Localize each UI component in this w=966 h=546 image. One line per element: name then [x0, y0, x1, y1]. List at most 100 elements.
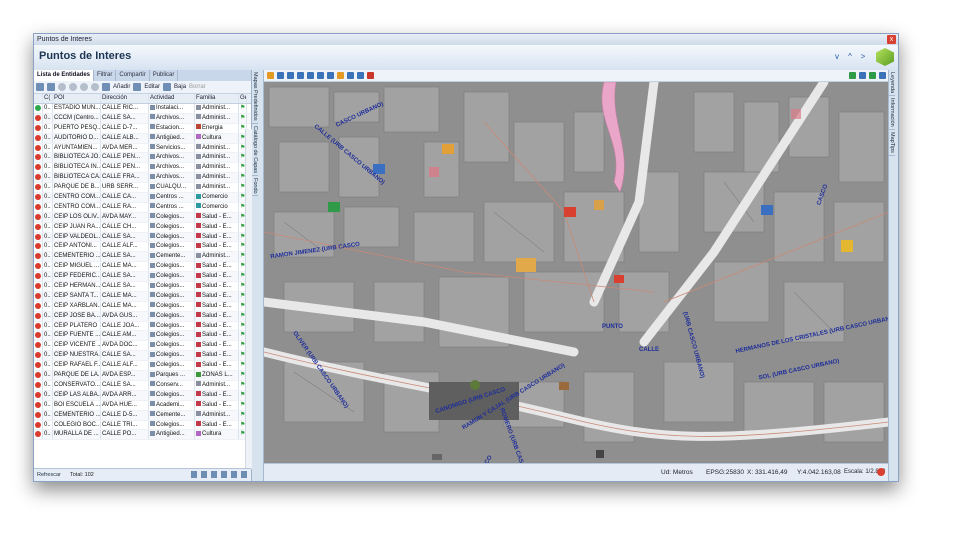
row-direccion: AVDA HUE...: [101, 400, 149, 410]
table-row[interactable]: 0.. CCCM (Centro... CALLE SA... Archivos...…: [34, 113, 251, 124]
add-button[interactable]: Añadir: [113, 84, 130, 90]
table-row[interactable]: 0.. CEIP RAFAEL F... CALLE ALF... Colegios.…: [34, 361, 251, 372]
cell-text: Salud - E...: [202, 342, 232, 349]
stop-icon[interactable]: [877, 468, 885, 476]
table-row[interactable]: 0.. CEMENTERIO ... CALLE SA... Cemente... Ad…: [34, 252, 251, 263]
document-icon[interactable]: [859, 72, 866, 79]
table-row[interactable]: 0.. CEIP XARBLAN... CALLE MA... Colegios...…: [34, 301, 251, 312]
street-label: CALLE: [639, 347, 659, 353]
globe-icon[interactable]: [307, 72, 314, 79]
table-row[interactable]: 0.. CENTRO COM... CALLE RA... Centros ... Co…: [34, 202, 251, 213]
refresh-button[interactable]: Refrescar: [37, 469, 61, 481]
columns-icon[interactable]: [191, 471, 197, 478]
table-row[interactable]: 0.. CEIP FEDERIC... CALLE SA... Colegios...…: [34, 272, 251, 283]
table-row[interactable]: 0.. PARQUE DE LA... AVDA ESP... Parques ...…: [34, 371, 251, 381]
table-row[interactable]: 0.. CEIP ANTONI... CALLE ALF... Colegios...…: [34, 242, 251, 253]
table-row[interactable]: 0.. CEIP MIGUEL ... CALLE MA... Colegios...…: [34, 262, 251, 273]
table-row[interactable]: 0.. BIBLIOTECA CA... CALLE FRA... Archivos.…: [34, 173, 251, 184]
settings-icon[interactable]: [879, 72, 886, 79]
expand-button[interactable]: ^: [845, 52, 855, 62]
edit-icon: [133, 83, 142, 91]
col-poi-header[interactable]: POI: [53, 94, 101, 103]
col-c-header[interactable]: C(: [43, 94, 53, 103]
tab-information[interactable]: Información: [889, 96, 895, 130]
first-page-icon[interactable]: [58, 83, 66, 91]
tab-background[interactable]: Fondo: [252, 176, 258, 197]
pan-tool-icon[interactable]: [277, 72, 284, 79]
prev-page-icon[interactable]: [69, 83, 77, 91]
table-row[interactable]: 0.. CEIP LAS ALBA... AVDA ARR... Colegios..…: [34, 390, 251, 401]
table-row[interactable]: 0.. CEIP JUAN RA... CALLE CH... Colegios...…: [34, 222, 251, 233]
table-row[interactable]: 0.. BIBLIOTECA IN... CALLE PEÑ... Archivos.…: [34, 163, 251, 174]
table-row[interactable]: 0.. CEIP JOSE BA... AVDA GUS... Colegios...…: [34, 311, 251, 322]
filter-icon[interactable]: [201, 471, 207, 478]
remove-button[interactable]: Baja: [174, 84, 186, 90]
status-dot: [34, 212, 43, 222]
measure-icon[interactable]: [337, 72, 344, 79]
tab-share[interactable]: Compartir: [116, 70, 150, 81]
table-row[interactable]: 0.. CONSERVATO... CALLE SA... Conserv... Adm…: [34, 380, 251, 391]
close-button[interactable]: x: [887, 35, 896, 44]
table-row[interactable]: 0.. CEIP FUENTE ... CALLE AM... Colegios...…: [34, 331, 251, 342]
area-icon[interactable]: [347, 72, 354, 79]
table-row[interactable]: 0.. ESTADIO MUN... CALLE RIC... Instalaci..…: [34, 104, 251, 114]
select-icon[interactable]: [221, 471, 227, 478]
table-row[interactable]: 0.. CEIP VALDEOL... CALLE SA... Colegios...…: [34, 232, 251, 243]
left-vertical-tabs: Mapas Predefinidos Catálogo de Capas Fon…: [252, 70, 264, 481]
last-page-icon[interactable]: [91, 83, 99, 91]
activity-icon: [150, 421, 155, 426]
select-tool-icon[interactable]: [267, 72, 274, 79]
eraser-icon[interactable]: [367, 72, 374, 79]
table-row[interactable]: 0.. CEIP VICENTE ... AVDA DOC... Colegios..…: [34, 341, 251, 352]
col-act-header[interactable]: Actividad: [149, 94, 195, 103]
tab-layer-catalog[interactable]: Catálogo de Capas: [252, 124, 258, 176]
refresh-map-icon[interactable]: [869, 72, 876, 79]
table-scrollbar[interactable]: [245, 129, 252, 469]
tab-predefined-maps[interactable]: Mapas Predefinidos: [252, 70, 258, 124]
delete-button[interactable]: Borrar: [189, 84, 206, 90]
add-layer-icon[interactable]: [849, 72, 856, 79]
table-row[interactable]: 0.. CEIP PLATERO CALLE JOA... Colegios... Sa…: [34, 321, 251, 332]
next-page-icon[interactable]: [80, 83, 88, 91]
zoom-to-icon[interactable]: [211, 471, 217, 478]
activity-icon: [150, 252, 155, 258]
row-familia: Salud - E...: [195, 222, 239, 232]
zoom-in-icon[interactable]: [287, 72, 294, 79]
table-row[interactable]: 0.. BIBLIOTECA JO... CALLE PEÑ... Archivos.…: [34, 153, 251, 164]
edit-button[interactable]: Editar: [144, 84, 160, 90]
row-c: 0..: [43, 153, 53, 163]
map-view[interactable]: RAMON JIMENEZ (URB CASCO RAMON Y CAJAL (…: [264, 82, 889, 463]
export-icon[interactable]: [36, 83, 44, 91]
forward-arrow-icon[interactable]: [327, 72, 334, 79]
table-row[interactable]: 0.. CEIP HERMAN... CALLE SA... Colegios... S…: [34, 282, 251, 292]
back-arrow-icon[interactable]: [317, 72, 324, 79]
table-row[interactable]: 0.. MURALLA DE ... CALLE PO... Antigüed... C…: [34, 430, 251, 441]
table-row[interactable]: 0.. CEIP SANTA T... CALLE MA... Colegios...…: [34, 291, 251, 302]
print-icon[interactable]: [47, 83, 55, 91]
edit-selection-icon[interactable]: [231, 471, 237, 478]
table-row[interactable]: 0.. CEMENTERIO ... CALLE D-5... Cemente... A…: [34, 410, 251, 421]
table-row[interactable]: 0.. CEIP NUESTRA... CALLE SA... Colegios...…: [34, 351, 251, 362]
tab-entity-list[interactable]: Lista de Entidades: [34, 70, 95, 81]
tab-filter[interactable]: Filtrar: [94, 70, 117, 81]
tab-maptips[interactable]: MapTips: [889, 130, 895, 156]
collapse-button[interactable]: v: [832, 52, 842, 62]
next-button[interactable]: >: [858, 52, 868, 62]
tab-legend[interactable]: Leyenda: [889, 70, 895, 97]
zoom-out-icon[interactable]: [297, 72, 304, 79]
col-ge-header[interactable]: Ge: [239, 94, 247, 103]
col-fam-header[interactable]: Familia: [195, 94, 239, 103]
row-familia: Salud - E...: [195, 272, 239, 282]
table-row[interactable]: 0.. CEIP LOS OLIV... AVDA MAY... Colegios..…: [34, 212, 251, 223]
table-row[interactable]: 0.. PARQUE DE B... URB SERR... CUALQU... Adm…: [34, 183, 251, 194]
table-row[interactable]: 0.. PUERTO PESQ... CALLE D-7... Estacion...…: [34, 123, 251, 134]
table-row[interactable]: 0.. AUDITORIO D... CALLE ALB... Antigüed...…: [34, 133, 251, 144]
table-row[interactable]: 0.. AYUNTAMIEN... AVDA MER... Servicios... A…: [34, 143, 251, 154]
table-row[interactable]: 0.. CENTRO COM... CALLE CA... Centros ... Co…: [34, 193, 251, 203]
pin-icon[interactable]: [241, 471, 247, 478]
col-dir-header[interactable]: Dirección: [101, 94, 149, 103]
print-map-icon[interactable]: [357, 72, 364, 79]
tab-publish[interactable]: Publicar: [150, 70, 179, 81]
table-row[interactable]: 0.. COLEGIO BOC... CALLE TRI... Colegios...…: [34, 420, 251, 431]
table-row[interactable]: 0.. BOI ESCUELA ... AVDA HUE... Academi... S…: [34, 400, 251, 411]
